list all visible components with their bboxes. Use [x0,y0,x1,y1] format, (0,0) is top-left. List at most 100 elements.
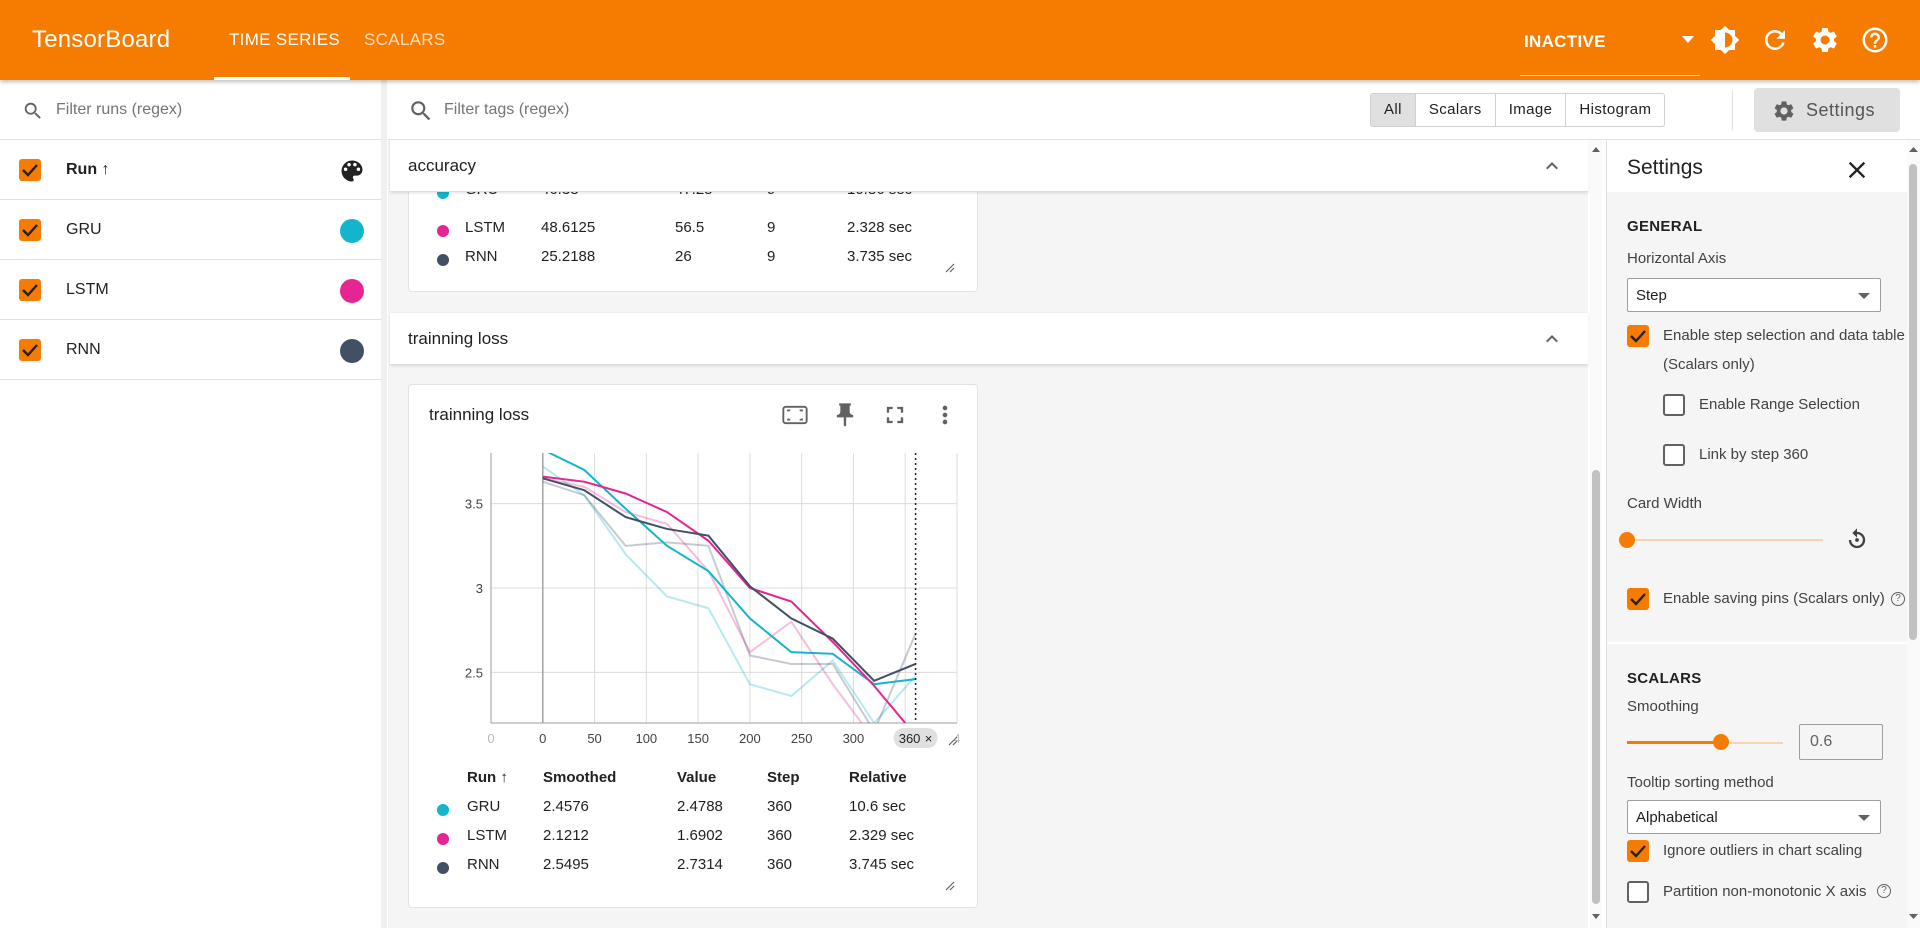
x-tick-label: 150 [687,731,709,746]
theme-toggle-icon[interactable] [1710,25,1740,55]
col-run[interactable]: Run ↑ [467,769,508,786]
run-checkbox-lstm[interactable] [19,279,41,301]
partition-x-axis-label: Partition non-monotonic X axis [1663,883,1867,900]
horizontal-axis-label: Horizontal Axis [1627,250,1727,267]
smoothing-slider-fill [1627,741,1721,744]
run-color-dot [437,225,449,237]
run-row-rnn[interactable]: RNN [0,320,385,380]
scroll-up-icon[interactable] [1907,144,1920,154]
fullscreen-icon[interactable] [881,401,909,429]
y-tick-label: 3 [476,581,483,596]
series-raw-line-rnn[interactable] [542,480,917,732]
settings-button[interactable]: Settings [1754,88,1900,132]
cell-value: 56.5 [675,219,705,236]
help-circle-icon[interactable]: ? [1891,592,1905,606]
ignore-outliers-checkbox[interactable] [1627,840,1649,862]
step-selection-checkbox[interactable] [1627,325,1649,347]
saving-pins-checkbox[interactable] [1627,588,1649,610]
run-color-dot [437,804,449,816]
plugin-type-filter: All Scalars Image Histogram [1370,93,1666,127]
partition-x-axis-checkbox[interactable] [1627,881,1649,903]
filter-scalars-button[interactable]: Scalars [1416,94,1496,126]
chevron-up-icon[interactable] [1540,327,1564,351]
main-scrollbar[interactable] [1590,140,1602,928]
run-color-dot [437,254,449,266]
range-selection-checkbox[interactable] [1663,394,1685,416]
chevron-up-icon[interactable] [1540,154,1564,178]
run-checkbox-gru[interactable] [19,219,41,241]
scalars-section: SCALARS Smoothing 0.6 Tooltip sorting me… [1607,644,1907,928]
run-column-sort[interactable]: Run ↑ [66,161,110,179]
group-title: trainning loss [408,329,509,348]
run-color-swatch[interactable] [340,279,364,303]
card-width-slider-knob[interactable] [1619,532,1635,548]
run-color-swatch[interactable] [340,339,364,363]
table-header-row: Run ↑ Smoothed Value Step Relative [409,769,929,798]
group-header-trainning-loss[interactable]: trainning loss [390,313,1588,365]
y-tick-label: 3.5 [465,497,483,512]
settings-scrollbar[interactable] [1907,140,1920,928]
select-all-checkbox[interactable] [19,159,41,181]
tab-time-series[interactable]: TIME SERIES [229,30,340,50]
scroll-down-icon[interactable] [1907,912,1920,922]
refresh-icon[interactable] [1760,25,1790,55]
table-row: RNN 25.2188 26 9 3.735 sec [409,248,929,277]
resize-handle-icon[interactable] [945,263,955,273]
col-value[interactable]: Value [677,769,716,786]
col-relative[interactable]: Relative [849,769,907,786]
series-raw-line-lstm[interactable] [542,477,916,809]
top-app-bar: TensorBoard TIME SERIES SCALARS INACTIVE [0,0,1920,80]
general-section: GENERAL Horizontal Axis Step Enable step… [1607,192,1907,642]
runs-filter-input[interactable] [56,98,356,122]
settings-gear-icon[interactable] [1810,25,1840,55]
group-header-accuracy[interactable]: accuracy [390,140,1588,192]
scrollbar-thumb[interactable] [1592,470,1600,904]
run-row-gru[interactable]: GRU [0,200,385,260]
series-line-rnn[interactable] [542,477,916,682]
col-smoothed[interactable]: Smoothed [543,769,616,786]
scroll-down-icon[interactable] [1590,912,1602,922]
runs-panel-divider[interactable] [381,80,387,928]
filter-histogram-button[interactable]: Histogram [1566,94,1664,126]
reset-icon[interactable] [1843,526,1871,554]
scrollbar-thumb[interactable] [1909,164,1917,640]
run-label: RNN [66,341,101,358]
close-icon[interactable] [1843,156,1871,184]
tooltip-sort-label: Tooltip sorting method [1627,774,1774,791]
range-selection-label: Enable Range Selection [1699,396,1860,413]
run-color-dot [437,833,449,845]
help-circle-icon[interactable]: ? [1877,884,1891,898]
link-by-step-checkbox[interactable] [1663,444,1685,466]
run-color-swatch[interactable] [340,219,364,243]
scroll-up-icon[interactable] [1590,144,1602,154]
close-icon[interactable]: × [925,731,933,746]
resize-handle-icon[interactable] [945,881,955,891]
tooltip-sort-select[interactable]: Alphabetical [1627,800,1881,834]
run-row-lstm[interactable]: LSTM [0,260,385,320]
smoothing-slider-knob[interactable] [1713,734,1729,750]
horizontal-axis-select[interactable]: Step [1627,278,1881,312]
card-width-slider-track[interactable] [1627,539,1823,541]
tags-filter-input[interactable] [444,98,1044,122]
smoothing-input[interactable]: 0.6 [1799,724,1883,760]
fit-domain-icon[interactable] [781,401,809,429]
cell-relative: 3.745 sec [849,856,915,873]
x-tick-label: 0 [487,731,494,746]
step-selector-label: 360 [899,731,921,746]
search-icon [24,102,41,119]
plugin-selector[interactable]: INACTIVE [1524,32,1606,52]
col-step[interactable]: Step [767,769,800,786]
chevron-down-icon[interactable] [1682,36,1694,43]
filter-all-button[interactable]: All [1371,94,1416,126]
run-checkbox-rnn[interactable] [19,339,41,361]
step-selection-label: Enable step selection and data table [1663,327,1905,344]
tab-scalars[interactable]: SCALARS [364,30,445,50]
filter-image-button[interactable]: Image [1496,94,1567,126]
x-tick-label: 300 [843,731,865,746]
palette-icon[interactable] [338,157,366,185]
line-chart[interactable]: 0 0 50 100 150 200 250 300 42.533.5360 × [409,441,977,823]
run-label: GRU [66,221,102,238]
help-icon[interactable] [1860,25,1890,55]
more-vert-icon[interactable] [931,401,959,429]
pin-icon[interactable] [831,401,859,429]
